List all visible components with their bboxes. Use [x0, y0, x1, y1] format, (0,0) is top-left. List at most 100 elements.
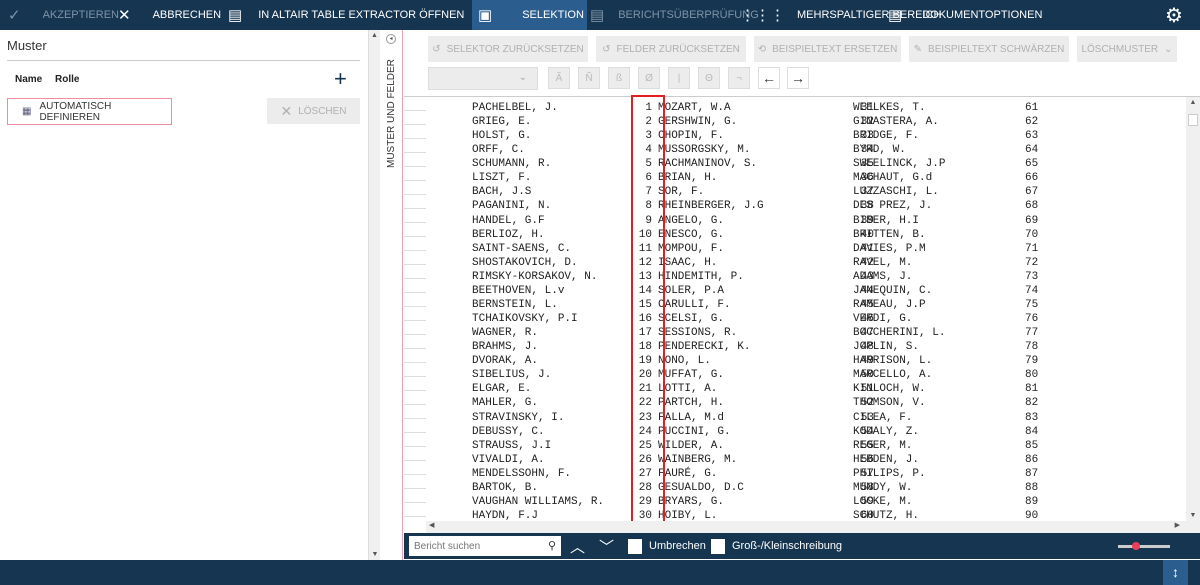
composer-name: WILDER, A. [658, 439, 725, 452]
composer-name: WAINBERG, M. [658, 453, 738, 466]
composer-name: VIVALDI, A. [472, 453, 545, 466]
left-scrollbar[interactable]: ▲ ▼ [368, 30, 380, 560]
tab-document-options[interactable]: ▤ DOKUMENTOPTIONEN [888, 0, 1042, 30]
composer-name: HINDEMITH, P. [658, 270, 744, 283]
composer-name: STRAUSS, J.I [472, 439, 552, 452]
line-gutter [404, 97, 426, 521]
composer-name: FAURÉ, G. [658, 467, 718, 480]
document-line: GRIEG, E. 2 GERSHWIN, G. 32 GINASTERA, A. 62 [426, 116, 1186, 130]
document-settings-icon: ▤ [228, 6, 243, 24]
arrow-right-button[interactable]: → [787, 67, 809, 89]
composer-name: PENDERECKI, K. [658, 341, 751, 354]
composer-name: SIBELIUS, J. [472, 369, 552, 382]
auto-define-button[interactable]: ▦ AUTOMATISCH DEFINIEREN [7, 98, 172, 125]
composer-name: HARRISON, L. [853, 355, 933, 368]
composer-name: PUCCINI, G. [658, 425, 731, 438]
line-number: 65 [1025, 158, 1039, 171]
auto-define-icon: ▦ [22, 106, 32, 117]
composer-name: HOIBY, L. [658, 510, 718, 521]
delete-pattern-dropdown[interactable]: LÖSCHMUSTER ⌄ [1077, 36, 1177, 62]
composer-name: BEETHOVEN, L.v [472, 284, 565, 297]
symbol-button[interactable]: Ã [548, 67, 570, 89]
search-input[interactable] [409, 536, 534, 556]
redact-sample-button[interactable]: ✎ BEISPIELTEXT SCHWÄRZEN [909, 36, 1069, 62]
composer-name: ELGAR, E. [472, 383, 532, 396]
composer-name: HEBDEN, J. [853, 453, 920, 466]
zoom-slider-handle[interactable] [1132, 542, 1141, 550]
horizontal-scrollbar[interactable]: ◀ ▶ [426, 521, 1200, 533]
document-line: BERLIOZ, H. 10 ENESCO, G. 40 BRITTEN, B. 70 [426, 229, 1186, 243]
composer-name: LOTTI, A. [658, 383, 718, 396]
footer-bar: ↕ [0, 560, 1200, 585]
accept-button[interactable]: ✓ AKZEPTIEREN [8, 0, 119, 30]
check-icon: ✓ [8, 6, 21, 24]
gear-icon[interactable]: ⚙ [1165, 0, 1183, 30]
line-number: 82 [1025, 397, 1039, 410]
composer-name: WEELKES, T. [853, 102, 926, 114]
composer-name: DEBUSSY, C. [472, 425, 545, 438]
line-number: 76 [1025, 313, 1039, 326]
document-line: BERNSTEIN, L. 15 CARULLI, F. 45 RAMEAU, J.P 7… [426, 299, 1186, 313]
line-number: 67 [1025, 186, 1039, 199]
reset-fields-button[interactable]: ↺ FELDER ZURÜCKSETZEN [596, 36, 746, 62]
composer-name: KINLOCH, W. [853, 383, 926, 396]
composer-name: CILEA, F. [853, 411, 913, 424]
replace-sample-button[interactable]: ⟲ BEISPIELTEXT ERSETZEN [754, 36, 901, 62]
composer-name: HAYDN, F.J [472, 510, 539, 521]
document-line: SIBELIUS, J. 20 MUFFAT, G. 50 MARCELLO, A. 80 [426, 369, 1186, 383]
zoom-slider[interactable] [1118, 542, 1170, 550]
line-number: 79 [1025, 355, 1039, 368]
tab-selection[interactable]: ▣ SELEKTION [472, 0, 587, 30]
document-line: HAYDN, F.J 30 HOIBY, L. 60 SCHUTZ, H. 90 [426, 510, 1186, 521]
vertical-scrollbar[interactable]: ▲ ▼ [1186, 97, 1200, 521]
document-line: DEBUSSY, C. 24 PUCCINI, G. 54 KODALY, Z. 84 [426, 426, 1186, 440]
composer-name: LOCKE, M. [853, 495, 913, 508]
composer-name: RAVEL, M. [853, 256, 913, 269]
symbol-button[interactable]: ¬ [728, 67, 750, 89]
composer-name: MUSSORGSKY, M. [658, 144, 751, 157]
tab-report-check[interactable]: ▤ BERICHTSÜBERPRÜFUNG [590, 0, 759, 30]
reset-selector-button[interactable]: ↺ SELEKTOR ZURÜCKSETZEN [428, 36, 588, 62]
open-extractor-button[interactable]: ▤ IN ALTAIR TABLE EXTRACTOR ÖFFNEN [228, 0, 464, 30]
top-toolbar: ✓ AKZEPTIEREN ✕ ABBRECHEN ▤ IN ALTAIR TABLE… [0, 0, 1200, 30]
case-checkbox[interactable] [711, 539, 725, 554]
composer-name: SCHUMANN, R. [472, 158, 552, 171]
symbol-button[interactable]: Θ [698, 67, 720, 89]
symbol-button[interactable]: ß [608, 67, 630, 89]
composer-name: TCHAIKOVSKY, P.I [472, 313, 578, 326]
add-pattern-button[interactable]: + [334, 66, 347, 92]
symbol-button[interactable]: | [668, 67, 690, 89]
selection-highlight[interactable] [631, 95, 665, 526]
composer-name: FALLA, M.d [658, 411, 725, 424]
vertical-tab-patterns-fields[interactable]: ◂ MUSTER UND FELDER [380, 30, 403, 560]
collapse-icon[interactable]: ◂ [386, 34, 396, 44]
document-view[interactable]: PACHELBEL, J. 1 MOZART, W.A 31 WEELKES, T. 61… [426, 97, 1186, 521]
search-icon[interactable]: ⚲ [548, 539, 556, 552]
symbol-button[interactable]: Ñ [578, 67, 600, 89]
document-line: VAUGHAN WILLIAMS, R. 29 BRYARS, G. 59 LOCKE,… [426, 496, 1186, 510]
composer-name: RAMEAU, J.P [853, 298, 926, 311]
composer-name: BYRD, W. [853, 144, 906, 157]
composer-name: BOCCHERINI, L. [853, 327, 946, 340]
line-number: 83 [1025, 411, 1039, 424]
next-match-button[interactable]: ﹀ [599, 536, 614, 557]
cancel-button[interactable]: ✕ ABBRECHEN [118, 0, 221, 30]
search-field[interactable]: ⚲ [409, 536, 561, 556]
previous-match-button[interactable]: ︿ [570, 536, 585, 557]
composer-name: BRAHMS, J. [472, 341, 539, 354]
composer-name: ANGELO, G. [658, 214, 725, 227]
pattern-panel: Muster Name Rolle + ▦ AUTOMATISCH DEFINIE… [0, 30, 368, 560]
arrow-left-button[interactable]: ← [758, 67, 780, 89]
symbol-dropdown[interactable]: ⌄ [428, 67, 538, 90]
document-line: BRAHMS, J. 18 PENDERECKI, K. 48 JOPLIN, S. 78 [426, 341, 1186, 355]
composer-name: MARCELLO, A. [853, 369, 933, 382]
line-number: 84 [1025, 425, 1039, 438]
document-options-icon: ▤ [888, 6, 903, 24]
wrap-checkbox[interactable] [628, 539, 642, 554]
composer-name: DVORAK, A. [472, 355, 539, 368]
symbol-button[interactable]: Ø [638, 67, 660, 89]
delete-button[interactable]: ✕ LÖSCHEN [267, 98, 360, 124]
line-number: 70 [1025, 228, 1039, 241]
document-line: BACH, J.S 7 SOR, F. 37 LUZZASCHI, L. 67 [426, 186, 1186, 200]
expand-vertical-button[interactable]: ↕ [1163, 560, 1188, 585]
